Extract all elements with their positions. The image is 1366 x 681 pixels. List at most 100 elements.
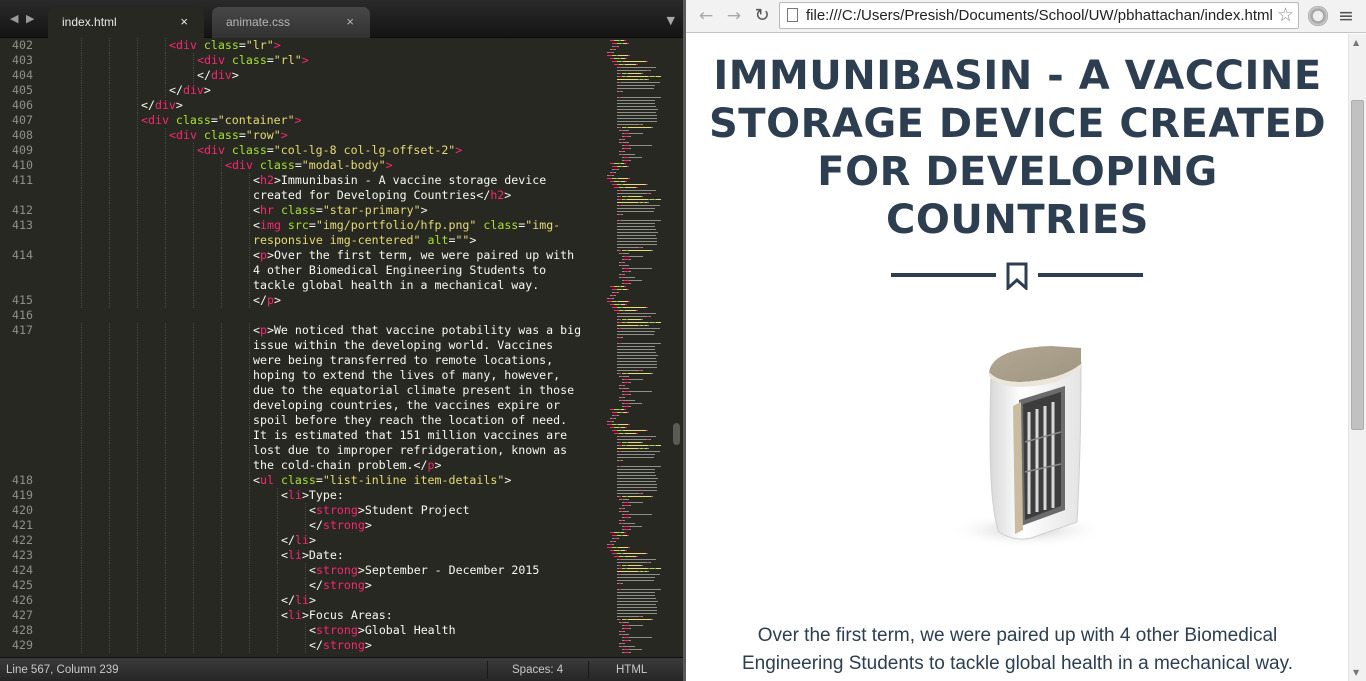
syntax-mode[interactable]: HTML	[616, 664, 647, 676]
minimap-stroke	[623, 253, 629, 254]
close-icon[interactable]: ×	[180, 15, 188, 29]
minimap-stroke	[641, 247, 644, 248]
indent-guide	[81, 338, 82, 353]
extension-icon[interactable]	[1308, 6, 1328, 26]
minimap-stroke	[628, 196, 641, 197]
minimap-stroke	[623, 376, 629, 377]
minimap-stroke	[625, 58, 628, 59]
minimap-stroke	[616, 103, 656, 104]
minimap-stroke	[620, 337, 623, 338]
minimap-stroke	[646, 307, 649, 308]
indent-guide	[221, 488, 222, 503]
line-number: 416	[12, 308, 33, 322]
divider-line-left	[891, 273, 996, 277]
code-text: <div class="col-lg-8 col-lg-offset-2">	[197, 143, 462, 158]
code-token: </	[197, 68, 211, 82]
indent-guide	[249, 413, 250, 428]
scroll-up-icon[interactable]: ▲	[1353, 38, 1359, 47]
indent-guide	[249, 203, 250, 218]
line-number: 420	[12, 503, 33, 517]
indent-guide	[249, 533, 250, 548]
indent-guide	[81, 53, 82, 68]
indent-guide	[137, 338, 138, 353]
editor-scrollbar[interactable]	[670, 38, 683, 657]
indent-guide	[193, 173, 194, 188]
minimap-stroke	[620, 574, 661, 575]
indent-guide	[165, 473, 166, 488]
code-line: were being transferred to remote locatio…	[58, 353, 596, 368]
tab-index-html[interactable]: index.html ×	[48, 7, 204, 38]
scroll-down-icon[interactable]: ▼	[1353, 668, 1359, 677]
line-number	[0, 368, 58, 383]
tab-nav-left-icon[interactable]: ◀	[10, 13, 18, 25]
minimap-stroke	[649, 562, 652, 563]
address-bar[interactable]: file:///C:/Users/Presish/Documents/Schoo…	[779, 2, 1299, 29]
url-text[interactable]: file:///C:/Users/Presish/Documents/Schoo…	[806, 7, 1276, 24]
indent-guide	[137, 458, 138, 473]
code-token: strong	[315, 623, 358, 637]
status-divider	[487, 661, 488, 679]
indent-guide	[277, 638, 278, 653]
back-button[interactable]: ←	[694, 4, 718, 28]
code-line: hoping to extend the lives of many, howe…	[58, 368, 596, 383]
minimap-stroke	[616, 121, 658, 122]
code-text: </div>	[169, 83, 211, 98]
indent-guide	[137, 278, 138, 293]
code-token: =	[308, 218, 316, 232]
bookmark-icon	[1006, 262, 1028, 290]
code-text: <div class="container">	[141, 113, 302, 128]
code-token: <div	[197, 143, 232, 157]
indent-guide	[137, 443, 138, 458]
code-line: </strong>	[58, 578, 596, 593]
minimap-stroke	[623, 385, 626, 386]
minimap-stroke	[616, 580, 654, 581]
code-token: "lr"	[245, 38, 274, 52]
minimap-stroke	[629, 505, 631, 506]
minimap-stroke	[616, 208, 655, 209]
line-number	[0, 278, 58, 293]
code-token: =	[315, 203, 323, 217]
minimap-stroke	[616, 100, 656, 101]
menu-icon[interactable]: ≡	[1338, 5, 1354, 27]
minimap-stroke	[628, 127, 652, 128]
indent-guide	[193, 368, 194, 383]
forward-button[interactable]: →	[722, 4, 746, 28]
minimap-stroke	[623, 430, 647, 431]
line-number: 405	[12, 83, 33, 97]
minimap-stroke	[636, 64, 639, 65]
minimap-stroke	[649, 193, 652, 194]
minimap-stroke	[616, 235, 657, 236]
page-scrollbar[interactable]: ▲ ▼	[1348, 34, 1366, 681]
indent-guide	[193, 158, 194, 173]
reload-button[interactable]: ↻	[750, 4, 774, 28]
browser-window: ← → ↻ file:///C:/Users/Presish/Documents…	[683, 0, 1366, 681]
code-token: >	[231, 68, 239, 82]
indentation-setting[interactable]: Spaces: 4	[512, 664, 563, 676]
tab-animate-css[interactable]: animate.css ×	[212, 7, 370, 38]
minimap-stroke	[616, 370, 640, 371]
bookmark-star-icon[interactable]: ☆	[1277, 4, 1294, 26]
minimap[interactable]	[596, 38, 670, 657]
minimap-stroke	[611, 544, 614, 545]
code-line: <ul class="list-inline item-details">	[58, 473, 596, 488]
page-scrollbar-thumb[interactable]	[1351, 100, 1364, 430]
tab-label: animate.css	[226, 15, 291, 29]
editor-scrollbar-thumb[interactable]	[673, 423, 680, 445]
tab-overflow-icon[interactable]: ▼	[667, 14, 675, 27]
indent-guide	[109, 473, 110, 488]
indent-guide	[109, 263, 110, 278]
code-text: It is estimated that 151 million vaccine…	[253, 428, 567, 443]
minimap-stroke	[616, 244, 658, 245]
minimap-stroke	[649, 70, 652, 71]
line-number: 421	[12, 518, 33, 532]
indent-guide	[81, 263, 82, 278]
code-area[interactable]: <div class="lr"> <div class="rl"> </div> </…	[58, 38, 596, 657]
indent-guide	[193, 488, 194, 503]
minimap-stroke	[629, 259, 631, 260]
code-token: hr	[259, 203, 281, 217]
indent-guide	[81, 293, 82, 308]
tab-nav-right-icon[interactable]: ▶	[26, 13, 34, 25]
indent-guide	[193, 338, 194, 353]
minimap-stroke	[616, 598, 657, 599]
close-icon[interactable]: ×	[346, 15, 354, 29]
